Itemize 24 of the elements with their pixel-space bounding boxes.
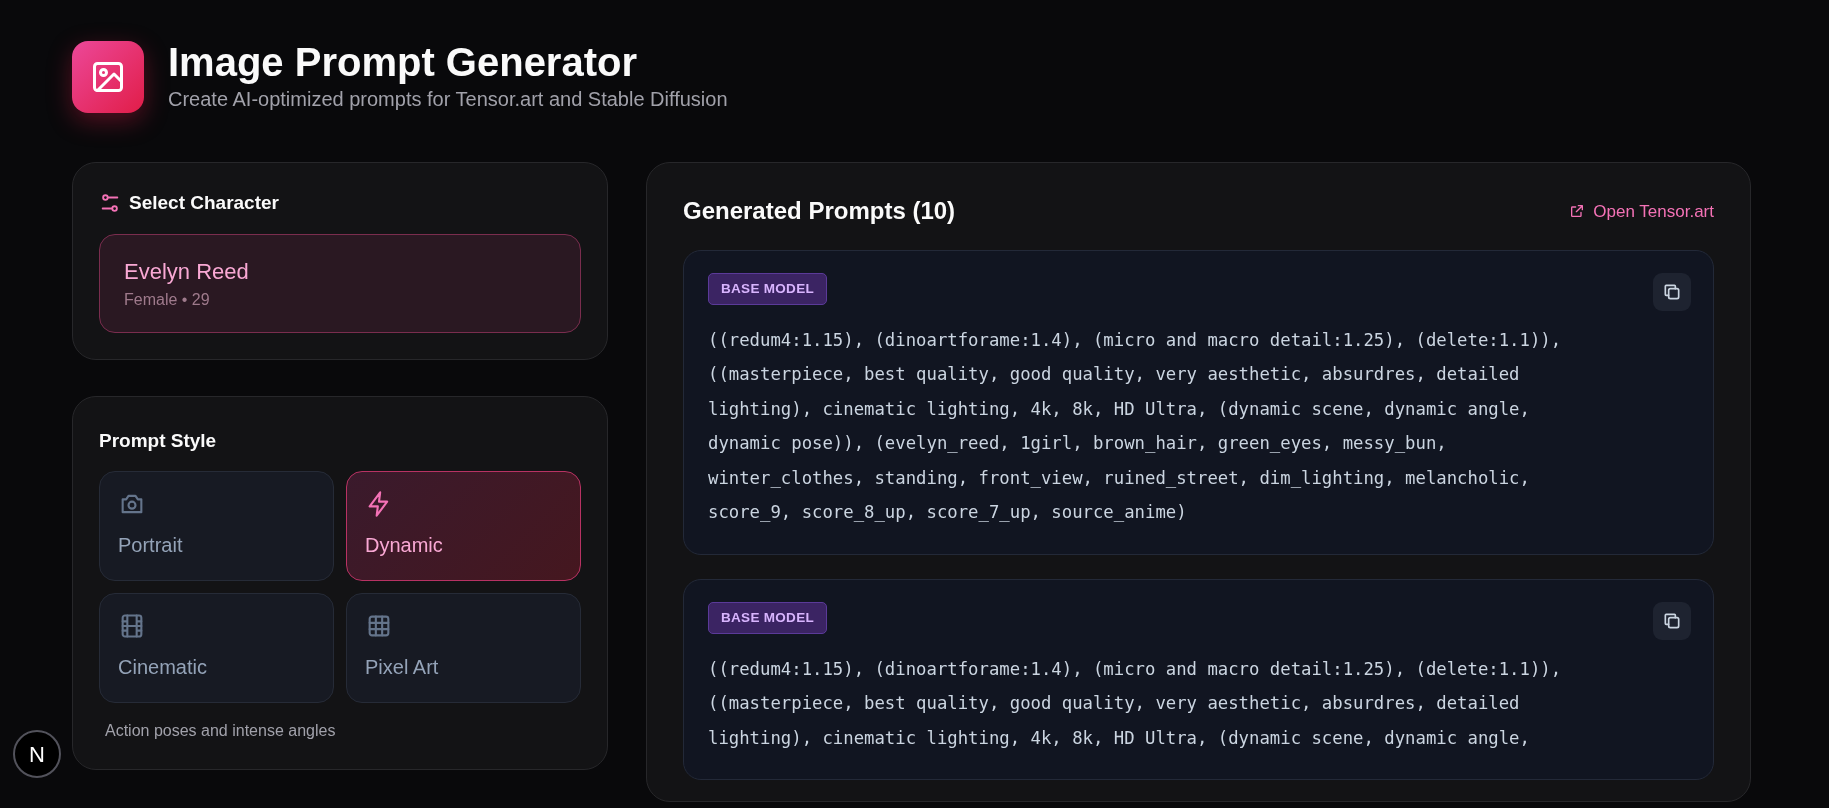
dev-badge[interactable]: N <box>13 730 61 778</box>
model-tag: BASE MODEL <box>708 601 827 635</box>
external-link-icon <box>1569 203 1586 220</box>
model-tag: BASE MODEL <box>708 272 827 306</box>
prompt-text: ((redum4:1.15), (dinoartforame:1.4), (micro and macro detail:1.25), (delete:1.1)), ((masterpiece, best quality, good quality, very aesthetic, absurdres, detailed lighting), cinematic lighting, 4k, 8k, HD Ultra, (dynamic scene, dynamic angle, dynamic pose)), (evelyn_reed, 1girl, brown_hair, green_eyes, messy_bun, winter_clothes, standing, front_view, ruined_street, dim_lighting, melancholic, score_9, score_8_up, score_7_up, source_anime) <box>708 328 1563 525</box>
panel-title: Generated Prompts (10) <box>683 197 956 226</box>
style-option[interactable]: Portrait <box>99 471 334 581</box>
character-name: Evelyn Reed <box>124 257 250 286</box>
sliders-icon <box>99 192 121 215</box>
style-description: Action poses and intense angles <box>104 721 337 741</box>
prompt-text: ((redum4:1.15), (dinoartforame:1.4), (micro and macro detail:1.25), (delete:1.1)), ((masterpiece, best quality, good quality, very aesthetic, absurdres, detailed lighting), cinematic lighting, 4k, 8k, HD Ultra, (dynamic scene, dynamic angle, <box>708 657 1563 750</box>
character-details: Female • 29 <box>124 289 211 310</box>
copy-button[interactable] <box>1653 272 1691 311</box>
character-option[interactable]: Evelyn Reed Female • 29 <box>99 233 581 333</box>
copy-button[interactable] <box>1653 601 1691 640</box>
open-link[interactable]: Open Tensor.art <box>1569 198 1714 225</box>
style-option[interactable]: Pixel Art <box>346 593 581 703</box>
panel-title: Prompt Style <box>99 428 218 453</box>
panel-title: Select Character <box>129 191 279 215</box>
image-icon <box>90 59 126 95</box>
style-option[interactable]: Dynamic <box>346 471 581 581</box>
style-option[interactable]: Cinematic <box>99 593 334 703</box>
page-subtitle: Create AI-optimized prompts for Tensor.art and Stable Diffusion <box>168 87 728 112</box>
page-title: Image Prompt Generator <box>168 40 638 84</box>
